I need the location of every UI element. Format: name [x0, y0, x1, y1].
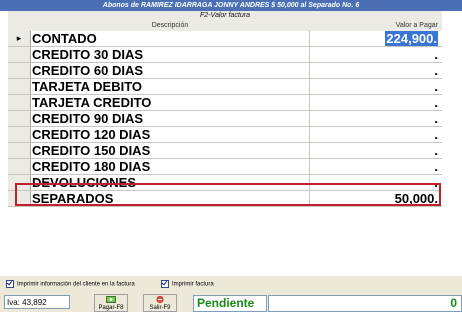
row-value-selected[interactable]: 224,900.	[385, 31, 438, 46]
pay-button-label: Pagar-F8	[98, 305, 124, 311]
row-indicator	[8, 191, 31, 206]
row-label: CREDITO 90 DIAS	[30, 111, 310, 126]
row-indicator	[8, 175, 31, 190]
column-header-valor[interactable]: Valor a Pagar	[310, 21, 442, 31]
table-row-contado[interactable]: ▸ CONTADO 224,900.	[8, 31, 442, 47]
row-value[interactable]: .	[310, 47, 442, 62]
total-field: 0	[268, 295, 462, 312]
checkbox-label: Imprimir información del cliente en la f…	[17, 281, 135, 288]
row-label: TARJETA DEBITO	[30, 79, 310, 94]
table-row-separados[interactable]: SEPARADOS 50,000.	[8, 191, 442, 207]
section-header: F2-Valor factura	[200, 12, 250, 19]
window-title: Abonos de RAMIREZ IDARRAGA JONNY ANDRES …	[0, 0, 462, 11]
row-value[interactable]: .	[310, 127, 442, 142]
row-label: CREDITO 60 DIAS	[30, 63, 310, 78]
table-row[interactable]: CREDITO 90 DIAS .	[8, 111, 442, 127]
exit-button-label: Salir-F9	[149, 305, 171, 311]
row-value[interactable]: .	[310, 111, 442, 126]
grid-header: F2-Valor factura Descripción Valor a Pag…	[8, 11, 442, 32]
row-label: CREDITO 120 DIAS	[30, 127, 310, 142]
row-label: TARJETA CREDITO	[30, 95, 310, 110]
status-field: Pendiente	[193, 295, 267, 312]
payment-grid: ▸ CONTADO 224,900. CREDITO 30 DIAS . CRE…	[8, 31, 442, 207]
table-row[interactable]: DEVOLUCIONES .	[8, 175, 442, 191]
checkbox-checked-icon[interactable]	[6, 280, 14, 288]
table-row[interactable]: TARJETA CREDITO .	[8, 95, 442, 111]
row-indicator	[8, 111, 31, 126]
row-indicator	[8, 95, 31, 110]
table-row[interactable]: CREDITO 60 DIAS .	[8, 63, 442, 79]
table-row[interactable]: CREDITO 150 DIAS .	[8, 143, 442, 159]
row-label: DEVOLUCIONES	[30, 175, 310, 190]
row-indicator	[8, 127, 31, 142]
row-indicator	[8, 143, 31, 158]
row-value[interactable]: .	[310, 95, 442, 110]
row-label: CREDITO 180 DIAS	[30, 159, 310, 174]
table-row[interactable]: TARJETA DEBITO .	[8, 79, 442, 95]
checkbox-checked-icon[interactable]	[161, 280, 169, 288]
row-value[interactable]: .	[310, 63, 442, 78]
row-indicator	[8, 47, 31, 62]
row-value[interactable]: .	[310, 143, 442, 158]
row-value[interactable]: .	[310, 175, 442, 190]
row-value[interactable]: .	[310, 79, 442, 94]
row-label: CREDITO 150 DIAS	[30, 143, 310, 158]
print-invoice-checkbox[interactable]: Imprimir factura	[161, 280, 214, 289]
row-value[interactable]: 50,000.	[310, 191, 442, 206]
table-row[interactable]: CREDITO 30 DIAS .	[8, 47, 442, 63]
row-value-cell[interactable]: 224,900.	[310, 31, 442, 46]
row-label: SEPARADOS	[30, 191, 310, 206]
row-indicator	[8, 159, 31, 174]
table-row[interactable]: CREDITO 180 DIAS .	[8, 159, 442, 175]
exit-button[interactable]: Salir-F9	[143, 294, 177, 312]
row-indicator	[8, 79, 31, 94]
row-indicator	[8, 63, 31, 78]
pay-button[interactable]: Pagar-F8	[94, 294, 128, 312]
row-value[interactable]: .	[310, 159, 442, 174]
table-row[interactable]: CREDITO 120 DIAS .	[8, 127, 442, 143]
exit-icon	[144, 295, 176, 305]
column-header-descripcion[interactable]: Descripción	[30, 21, 310, 31]
iva-field: Iva: 43,892	[4, 295, 70, 309]
row-label: CONTADO	[30, 31, 310, 46]
current-row-indicator-icon: ▸	[8, 31, 31, 46]
row-label: CREDITO 30 DIAS	[30, 47, 310, 62]
money-icon	[95, 295, 127, 305]
print-client-info-checkbox[interactable]: Imprimir información del cliente en la f…	[6, 280, 135, 289]
checkbox-label: Imprimir factura	[172, 281, 214, 288]
